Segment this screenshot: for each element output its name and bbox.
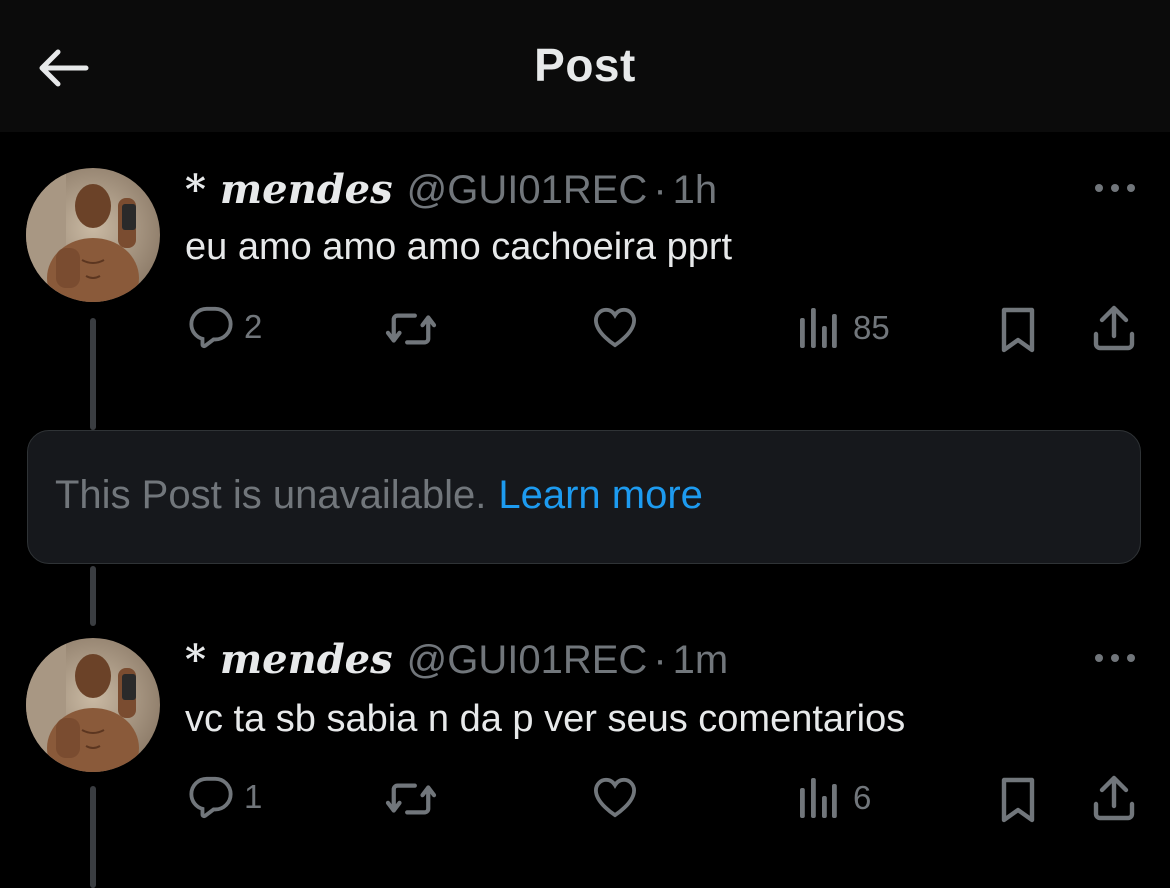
comment-icon [189,776,233,819]
bookmark-button[interactable] [998,306,1038,354]
top-bar: Post [0,0,1170,132]
reply-button[interactable]: 1 [188,774,262,820]
analytics-icon [800,778,837,818]
unavailable-post-notice: This Post is unavailable. Learn more [27,430,1141,564]
separator: · [653,638,667,682]
repost-icon [385,783,437,815]
avatar-photo [26,638,160,772]
post-actions: 1 6 [0,768,1170,828]
page-title: Post [534,39,636,91]
repost-button[interactable] [384,306,438,352]
view-count: 85 [853,309,890,346]
post-text: eu amo amo amo cachoeira pprt [185,226,733,268]
share-icon [1093,305,1135,351]
analytics-icon [800,308,837,348]
user-handle[interactable]: @GUI01REC [407,168,648,213]
share-icon [1093,775,1135,821]
view-count: 6 [853,779,872,816]
post-header: * mendes @GUI01REC · 1m [185,636,728,683]
avatar[interactable] [26,638,160,772]
separator: · [653,168,667,212]
repost-button[interactable] [384,776,438,822]
views-button[interactable]: 85 [797,306,890,350]
reply-count: 1 [244,778,263,815]
bookmark-button[interactable] [998,776,1038,824]
avatar[interactable] [26,168,160,302]
like-button[interactable] [592,776,638,818]
post-text: vc ta sb sabia n da p ver seus comentari… [185,698,906,740]
avatar-photo [26,168,160,302]
unavailable-message: This Post is unavailable. [55,473,487,517]
thread-line [90,566,96,626]
more-horizontal-icon [1095,184,1135,192]
heart-icon [593,777,637,818]
bookmark-icon [1001,777,1035,823]
reply-count: 2 [244,308,263,345]
share-button[interactable] [1092,774,1136,822]
more-options-button[interactable] [1092,648,1138,668]
views-button[interactable]: 6 [797,776,871,820]
more-horizontal-icon [1095,654,1135,662]
more-options-button[interactable] [1092,178,1138,198]
reply-button[interactable]: 2 [188,304,262,350]
unavailable-message-row: This Post is unavailable. Learn more [55,473,703,518]
display-name[interactable]: * mendes [185,166,393,213]
like-button[interactable] [592,306,638,348]
timestamp[interactable]: 1m [673,638,729,683]
comment-icon [189,306,233,349]
timestamp[interactable]: 1h [673,168,718,213]
bookmark-icon [1001,307,1035,353]
user-handle[interactable]: @GUI01REC [407,638,648,683]
repost-icon [385,313,437,345]
post-header: * mendes @GUI01REC · 1h [185,166,717,213]
post-actions: 2 85 [0,298,1170,358]
display-name[interactable]: * mendes [185,636,393,683]
heart-icon [593,307,637,348]
learn-more-link[interactable]: Learn more [498,473,703,517]
share-button[interactable] [1092,304,1136,352]
